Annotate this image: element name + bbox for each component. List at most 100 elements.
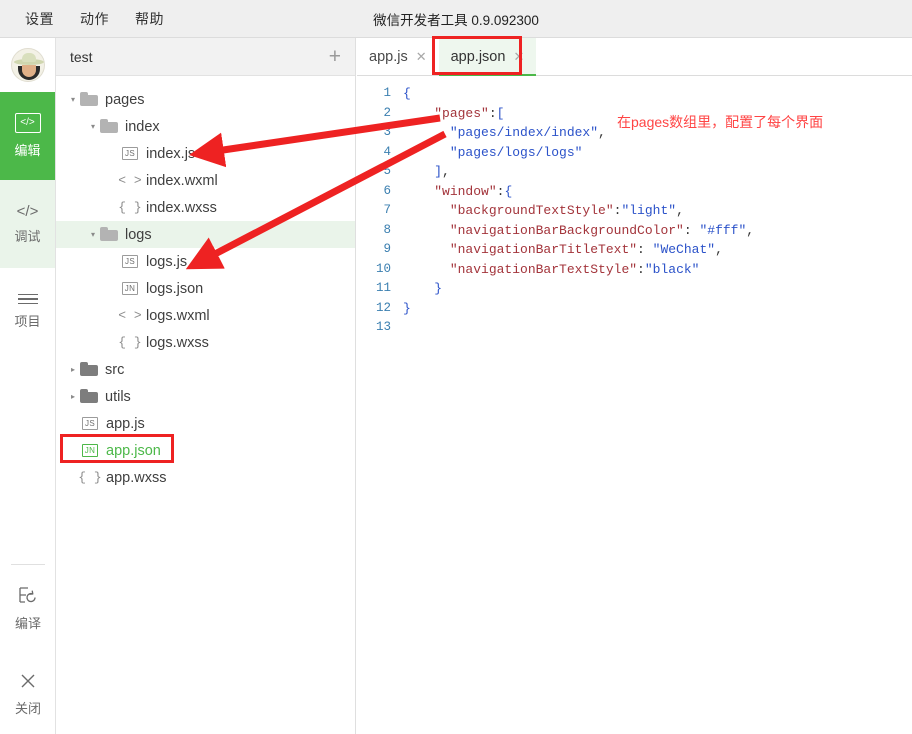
- tree-item-label: logs.wxml: [146, 308, 210, 324]
- tab-app-js[interactable]: app.js ✕: [357, 38, 439, 76]
- hamburger-icon: [18, 294, 38, 305]
- code-line: 7 "backgroundTextStyle":"light",: [357, 201, 912, 221]
- tree-item-logs[interactable]: ▾logs: [56, 221, 355, 248]
- editor-pane: app.js ✕ app.json ✕ 1{2 "pages":[3 "page…: [357, 38, 912, 734]
- code-text: [403, 318, 411, 338]
- rail-item-edit-label: 编辑: [14, 140, 40, 159]
- tree-item-index-wxss[interactable]: { } index.wxss: [56, 194, 355, 221]
- menu-help[interactable]: 帮助: [122, 5, 177, 33]
- tree-item-app-wxss[interactable]: { }app.wxss: [56, 464, 355, 491]
- avatar[interactable]: [11, 48, 45, 82]
- tree-item-logs-json[interactable]: JN logs.json: [56, 275, 355, 302]
- editor-tabbar: app.js ✕ app.json ✕: [357, 38, 912, 76]
- code-text: {: [403, 84, 411, 104]
- rail-item-edit[interactable]: </> 编辑: [0, 92, 55, 180]
- tree-item-logs-wxml[interactable]: < > logs.wxml: [56, 302, 355, 329]
- compile-refresh-icon: [17, 586, 39, 606]
- code-text: "navigationBarTextStyle":"black": [403, 260, 699, 280]
- folder-icon: [100, 228, 118, 241]
- rail-bottom-group: 编译 关闭: [0, 564, 56, 734]
- line-number: 11: [357, 279, 403, 299]
- title-bar: 微信开发者工具 0.9.092300 设置 动作 帮助: [0, 0, 912, 38]
- rail-item-debug[interactable]: </> 调试: [0, 180, 55, 268]
- line-number: 5: [357, 162, 403, 182]
- rail-item-project-label: 项目: [14, 311, 40, 330]
- tree-item-label: app.json: [106, 443, 161, 459]
- tree-item-app-js[interactable]: JSapp.js: [56, 410, 355, 437]
- wxml-file-icon: < >: [120, 308, 140, 323]
- menu-bar: 设置 动作 帮助: [12, 0, 177, 38]
- code-text: "window":{: [403, 182, 512, 202]
- tree-item-label: logs.js: [146, 254, 187, 270]
- rail-item-close[interactable]: 关闭: [0, 654, 56, 734]
- folder-icon: [100, 120, 118, 133]
- caret-right-icon[interactable]: ▸: [66, 392, 80, 401]
- tab-close-icon[interactable]: ✕: [513, 49, 524, 65]
- caret-down-icon[interactable]: ▾: [86, 230, 100, 239]
- rail-item-compile[interactable]: 编译: [0, 565, 56, 653]
- wxss-file-icon: { }: [120, 335, 140, 350]
- caret-right-icon[interactable]: ▸: [66, 365, 80, 374]
- line-number: 2: [357, 104, 403, 124]
- tree-item-label: logs.wxss: [146, 335, 209, 351]
- code-line: 10 "navigationBarTextStyle":"black": [357, 260, 912, 280]
- file-type-badge: JS: [82, 417, 98, 430]
- file-type-badge: JN: [122, 282, 138, 295]
- caret-down-icon[interactable]: ▾: [66, 95, 80, 104]
- caret-down-icon[interactable]: ▾: [86, 122, 100, 131]
- folder-icon: [80, 93, 98, 106]
- js-file-icon: JS: [120, 255, 140, 268]
- file-explorer-panel: test + ▾pages▾indexJSindex.js< >index.wx…: [56, 38, 356, 734]
- code-text: "navigationBarBackgroundColor": "#fff",: [403, 221, 754, 241]
- tree-item-label: utils: [105, 389, 131, 405]
- avatar-face: [22, 65, 36, 77]
- add-file-icon[interactable]: +: [329, 46, 341, 67]
- wxml-file-icon: < >: [120, 173, 140, 188]
- tree-item-logs-wxss[interactable]: { } logs.wxss: [56, 329, 355, 356]
- code-text: "pages/index/index",: [403, 123, 606, 143]
- tree-item-label: logs.json: [146, 281, 203, 297]
- tab-app-json[interactable]: app.json ✕: [439, 38, 537, 76]
- line-number: 3: [357, 123, 403, 143]
- tree-item-logs-js[interactable]: JS logs.js: [56, 248, 355, 275]
- code-line: 6 "window":{: [357, 182, 912, 202]
- json-file-icon: JN: [80, 444, 100, 457]
- code-text: "pages":[: [403, 104, 504, 124]
- tree-item-utils[interactable]: ▸ utils: [56, 383, 355, 410]
- tree-item-src[interactable]: ▸ src: [56, 356, 355, 383]
- tree-item-label: index.js: [146, 146, 195, 162]
- tree-item-app-json[interactable]: JN app.json: [56, 437, 355, 464]
- tree-item-label: index.wxss: [146, 200, 217, 216]
- tree-item-label: src: [105, 362, 124, 378]
- folder-icon: [80, 363, 98, 376]
- tab-close-icon[interactable]: ✕: [416, 49, 427, 65]
- code-text: }: [403, 279, 442, 299]
- tree-item-label: index: [125, 119, 160, 135]
- rail-item-debug-label: 调试: [14, 226, 40, 245]
- file-explorer-header: test +: [56, 38, 355, 76]
- folder-icon: [80, 390, 98, 403]
- tree-item-index-wxml[interactable]: < >index.wxml: [56, 167, 355, 194]
- line-number: 7: [357, 201, 403, 221]
- tree-item-index-js[interactable]: JS index.js: [56, 140, 355, 167]
- avatar-container[interactable]: [0, 38, 55, 92]
- rail-item-compile-label: 编译: [15, 613, 41, 632]
- line-number: 9: [357, 240, 403, 260]
- tab-app-js-label: app.js: [369, 49, 408, 65]
- menu-actions[interactable]: 动作: [67, 5, 122, 33]
- tree-item-label: pages: [105, 92, 145, 108]
- wxss-file-icon: { }: [120, 200, 140, 215]
- js-file-icon: JS: [80, 417, 100, 430]
- close-x-icon: [18, 671, 38, 691]
- rail-item-project[interactable]: 项目: [0, 268, 55, 356]
- code-annotation-note: 在pages数组里，配置了每个界面: [617, 112, 823, 132]
- line-number: 12: [357, 299, 403, 319]
- tree-item-pages[interactable]: ▾ pages: [56, 86, 355, 113]
- menu-settings[interactable]: 设置: [12, 5, 67, 33]
- avatar-hat-crown: [22, 53, 36, 62]
- json-file-icon: JN: [120, 282, 140, 295]
- js-file-icon: JS: [120, 147, 140, 160]
- code-line: 5 ],: [357, 162, 912, 182]
- tree-item-index[interactable]: ▾ index: [56, 113, 355, 140]
- app-window: 微信开发者工具 0.9.092300 设置 动作 帮助 </> 编辑 </> 调…: [0, 0, 912, 734]
